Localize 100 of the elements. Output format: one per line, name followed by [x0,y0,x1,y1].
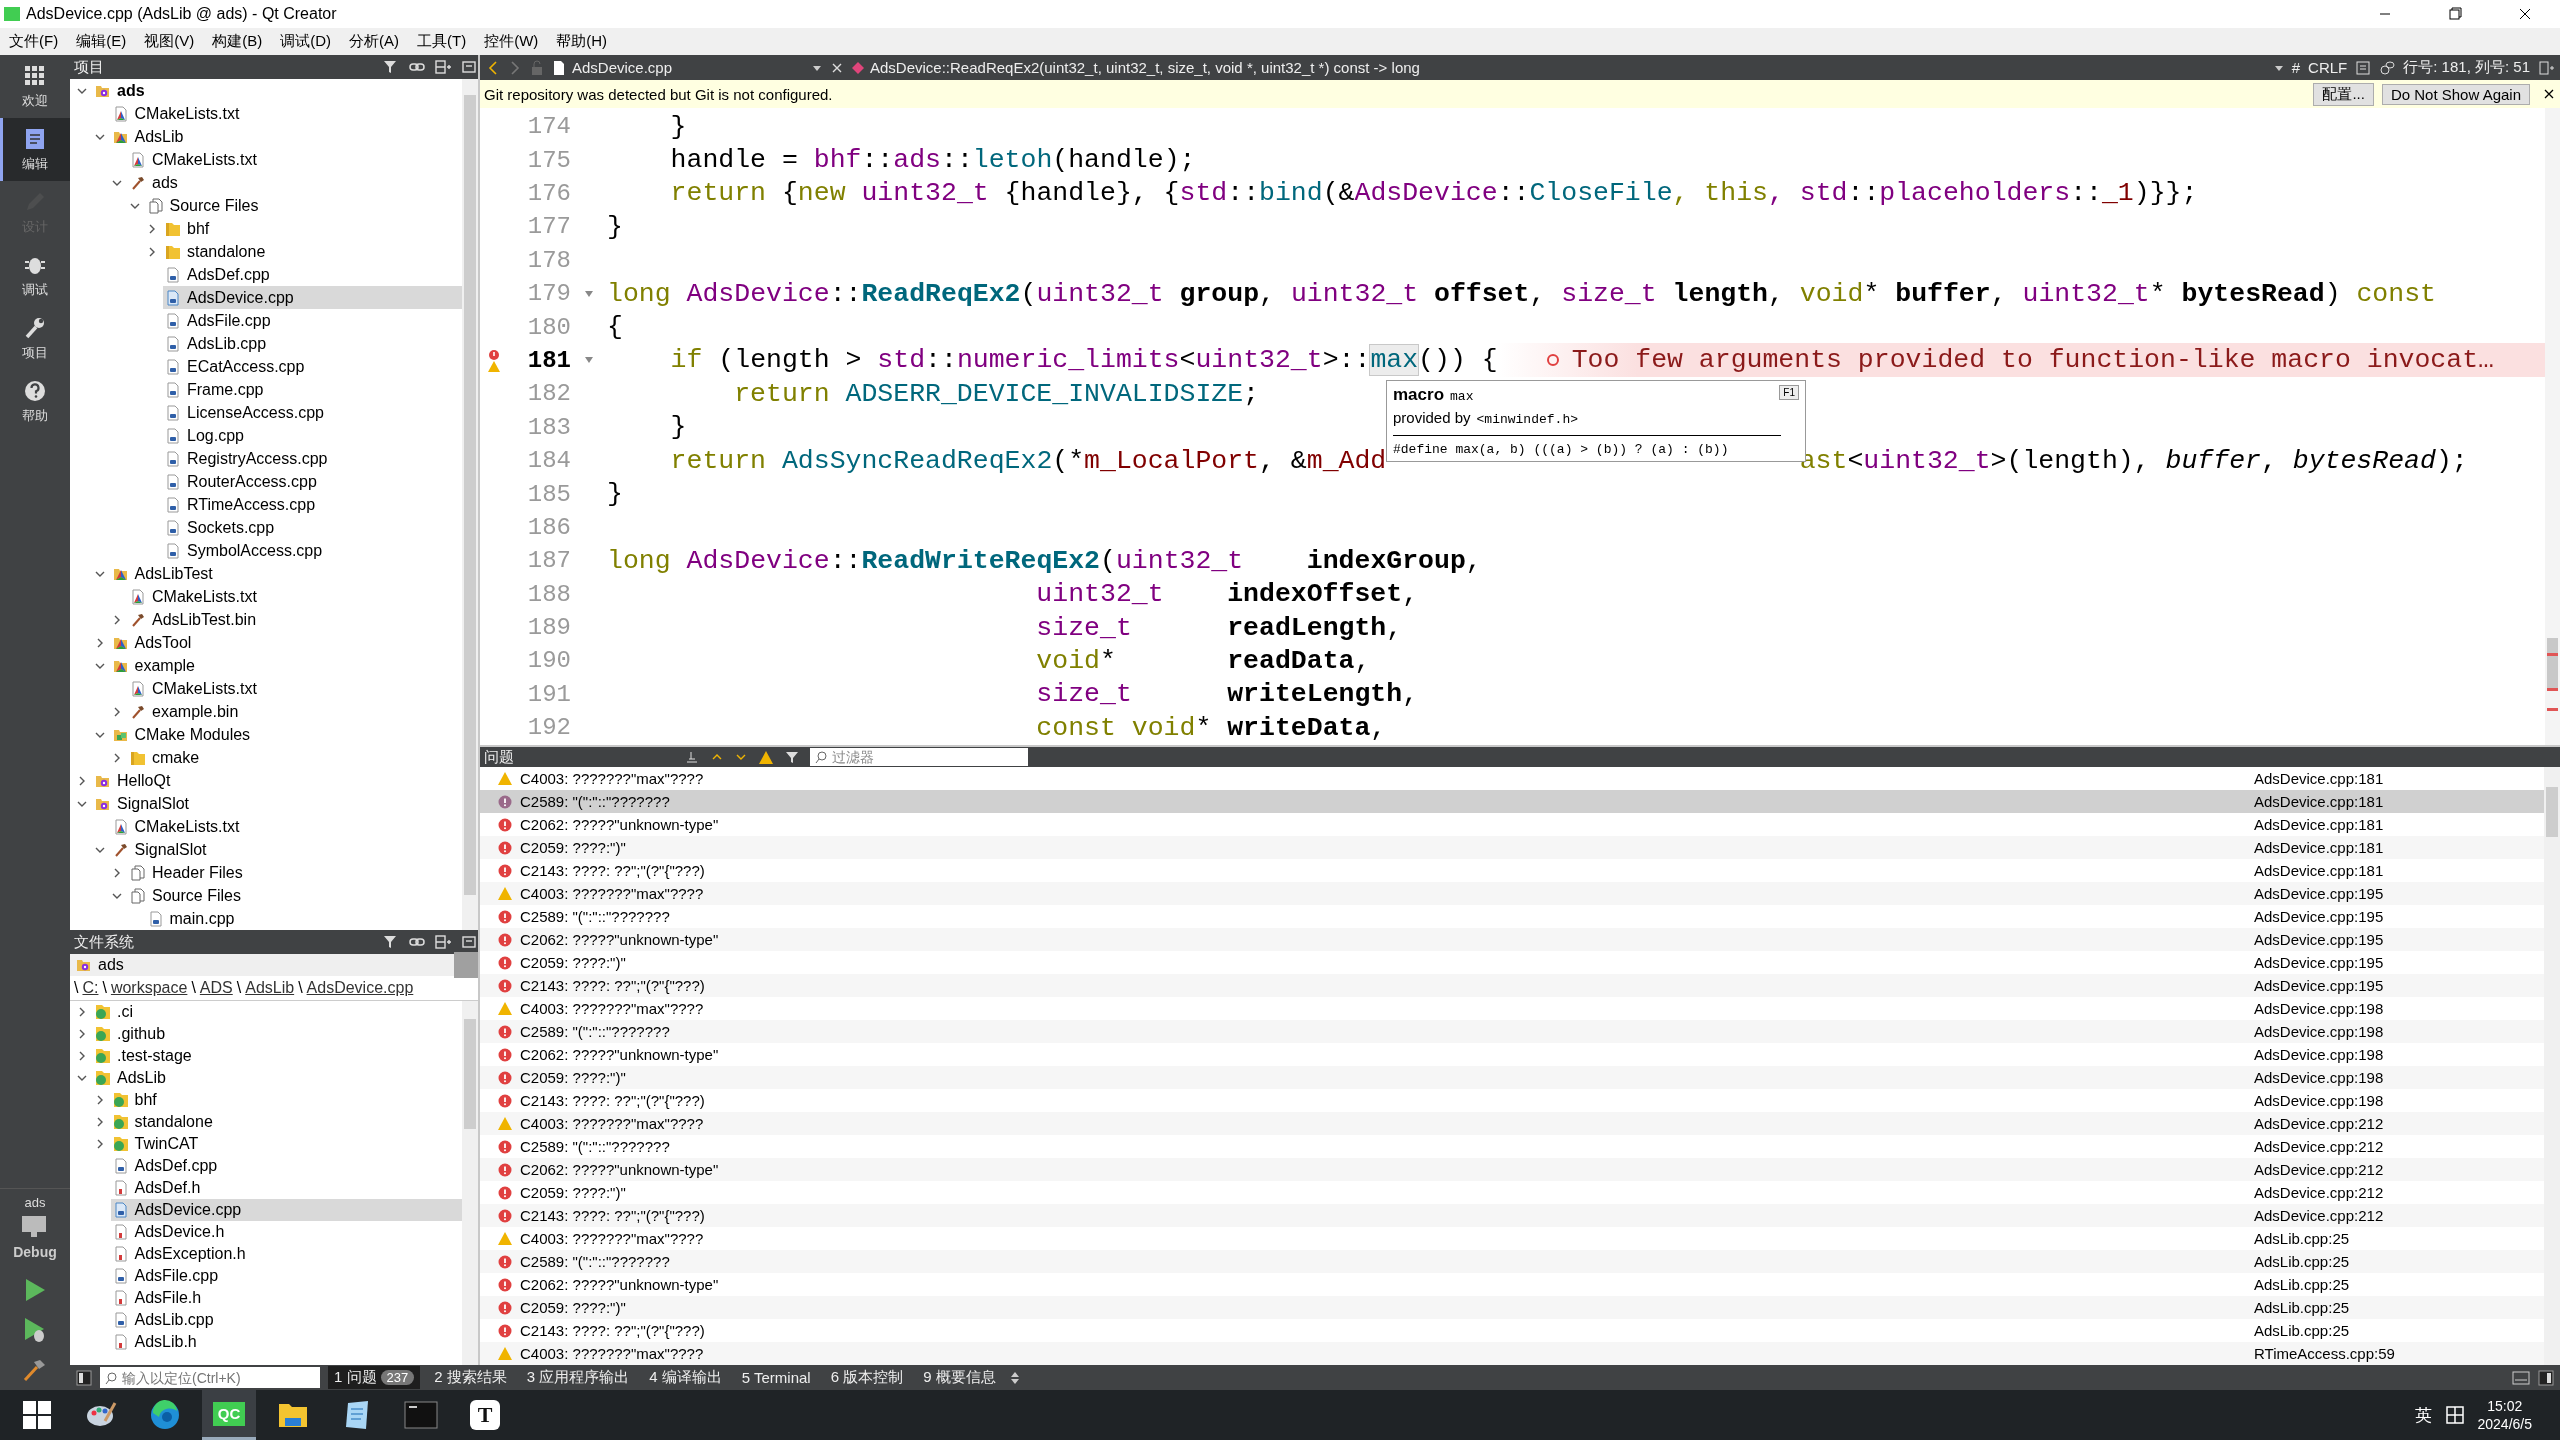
tree-item[interactable]: AdsLib.cpp [110,1309,462,1331]
tree-item[interactable]: Source Files [145,194,462,217]
breadcrumb-link[interactable]: C: [82,979,99,997]
back-icon[interactable] [486,59,500,76]
tree-item[interactable]: Source Files [128,884,462,907]
tree-item[interactable]: CMakeLists.txt [110,815,462,838]
issue-row[interactable]: C2589: "(":"::"??????? AdsLib.cpp:25 [480,1250,2544,1273]
issue-row[interactable]: C4003: ???????"max"???? AdsDevice.cpp:212 [480,1112,2544,1135]
tree-item[interactable]: AdsLib [110,125,462,148]
cursor-position[interactable]: 行号: 181, 列号: 51 [2403,58,2530,77]
tree-item[interactable]: SignalSlot [110,838,462,861]
keyboard-icon[interactable] [2445,1406,2464,1424]
issue-row[interactable]: C2062: ?????"unknown-type" AdsDevice.cpp:198 [480,1043,2544,1066]
tree-item[interactable]: AdsLib.h [110,1331,462,1353]
cylinders-icon[interactable] [2379,59,2396,76]
document-icon[interactable] [2355,59,2372,76]
locator-field[interactable]: 输入以定位(Ctrl+K) [100,1367,320,1388]
issue-row[interactable]: C2143: ????: ??";"(?"{"???) AdsLib.cpp:25 [480,1319,2544,1342]
tree-item[interactable]: AdsLibTest [110,562,462,585]
breadcrumb-link[interactable]: workspace [110,979,188,997]
tree-item[interactable]: AdsDef.cpp [163,263,462,286]
tree-item[interactable]: Log.cpp [163,424,462,447]
tree-item[interactable]: AdsFile.cpp [163,309,462,332]
warning-icon[interactable] [758,749,774,765]
menu-item[interactable]: 视图(V) [135,32,204,51]
mode-button[interactable]: 调试 [0,244,70,307]
tree-item[interactable]: AdsFile.cpp [110,1265,462,1287]
filter-icon[interactable] [784,749,800,765]
output-tab[interactable]: 2 搜索结果 [428,1366,513,1389]
issue-row[interactable]: C4003: ???????"max"???? AdsDevice.cpp:198 [480,997,2544,1020]
issue-row[interactable]: C2062: ?????"unknown-type" AdsLib.cpp:25 [480,1273,2544,1296]
tree-item[interactable]: AdsDef.h [110,1177,462,1199]
breadcrumb-link[interactable]: ADS [199,979,233,997]
issue-row[interactable]: C2143: ????: ??";"(?"{"???) AdsDevice.cpp:212 [480,1204,2544,1227]
issue-row[interactable]: C2062: ?????"unknown-type" AdsDevice.cpp:181 [480,813,2544,836]
issue-row[interactable]: C2143: ????: ??";"(?"{"???) AdsDevice.cpp:181 [480,859,2544,882]
line-ending-indicator[interactable]: CRLF [2308,59,2348,76]
issue-row[interactable]: C4003: ???????"max"???? AdsLib.cpp:25 [480,1227,2544,1250]
split-icon[interactable] [2538,59,2554,76]
menu-item[interactable]: 编辑(E) [67,32,136,51]
tree-item[interactable]: AdsDevice.cpp [110,1199,462,1221]
tree-item[interactable]: RegistryAccess.cpp [163,447,462,470]
menu-item[interactable]: 调试(D) [271,32,340,51]
sidebar-toggle-icon[interactable] [76,1369,92,1386]
tree-item[interactable]: CMakeLists.txt [110,102,462,125]
run-icon[interactable] [23,1277,47,1303]
issue-row[interactable]: C2589: "(":"::"??????? AdsDevice.cpp:181 [480,790,2544,813]
split-icon[interactable] [434,933,452,951]
issue-row[interactable]: C2059: ????:")" AdsDevice.cpp:181 [480,836,2544,859]
notice-button[interactable]: 配置... [2313,82,2374,106]
tree-item[interactable]: bhf [110,1089,462,1111]
file-dropdown[interactable]: AdsDevice.cpp [552,59,822,76]
issue-row[interactable]: C2589: "(":"::"??????? AdsDevice.cpp:195 [480,905,2544,928]
taskbar-button[interactable]: T [458,1390,512,1440]
notice-button[interactable]: Do Not Show Again [2381,83,2530,105]
output-tab[interactable]: 1 问题 237 [328,1366,421,1389]
symbol-dropdown[interactable]: AdsDevice::ReadReqEx2(uint32_t, uint32_t, size_t, void *, uint32_t *) const -> long [852,59,2284,76]
tree-item[interactable]: standalone [163,240,462,263]
fold-icon[interactable] [584,356,594,365]
issue-row[interactable]: C2143: ????: ??";"(?"{"???) AdsDevice.cpp:195 [480,974,2544,997]
close-pane-icon[interactable] [460,933,478,951]
tree-item[interactable]: Frame.cpp [163,378,462,401]
issue-row[interactable]: C2059: ????:")" AdsDevice.cpp:198 [480,1066,2544,1089]
tree-item[interactable]: standalone [110,1111,462,1133]
split-icon[interactable] [434,58,452,76]
tree-item[interactable]: AdsFile.h [110,1287,462,1309]
filter-field[interactable]: 过滤器 [810,748,1028,766]
issue-row[interactable]: C4003: ???????"max"???? RTimeAccess.cpp:59 [480,1342,2544,1365]
tree-item[interactable]: CMakeLists.txt [128,585,462,608]
input-method[interactable]: 英 [2414,1403,2432,1427]
menu-item[interactable]: 构建(B) [203,32,272,51]
tree-item[interactable]: AdsDevice.h [110,1221,462,1243]
scrollbar[interactable] [2545,108,2560,745]
tree-item[interactable]: CMakeLists.txt [128,148,462,171]
issue-row[interactable]: C2059: ????:")" AdsDevice.cpp:195 [480,951,2544,974]
tree-item[interactable]: .ci [93,1001,462,1023]
tree-item[interactable]: SignalSlot [93,792,462,815]
issue-row[interactable]: C2059: ????:")" AdsLib.cpp:25 [480,1296,2544,1319]
menu-item[interactable]: 帮助(H) [547,32,617,51]
fold-icon[interactable] [584,289,594,298]
menu-item[interactable]: 控件(W) [475,32,548,51]
tree-item[interactable]: RouterAccess.cpp [163,470,462,493]
tree-item[interactable]: AdsException.h [110,1243,462,1265]
hammer-icon[interactable] [22,1357,48,1383]
issue-row[interactable]: C4003: ???????"max"???? AdsDevice.cpp:181 [480,767,2544,790]
tree-item[interactable]: main.cpp [145,907,462,930]
tree-item[interactable]: bhf [163,217,462,240]
tree-item[interactable]: AdsLib.cpp [163,332,462,355]
tree-item[interactable]: TwinCAT [110,1133,462,1155]
scrollbar[interactable] [462,1001,478,1365]
tree-item[interactable]: Header Files [128,861,462,884]
output-tab[interactable]: 3 应用程序输出 [520,1366,636,1389]
sort-icon[interactable] [684,749,700,765]
mode-button[interactable]: 项目 [0,307,70,370]
tree-item[interactable]: .test-stage [93,1045,462,1067]
mode-button[interactable]: 欢迎 [0,55,70,118]
tree-item[interactable]: example [110,654,462,677]
sidebar-toggle-icon[interactable] [2538,1369,2554,1386]
tree-item[interactable]: AdsLibTest.bin [128,608,462,631]
tree-item[interactable]: AdsLib [93,1067,462,1089]
